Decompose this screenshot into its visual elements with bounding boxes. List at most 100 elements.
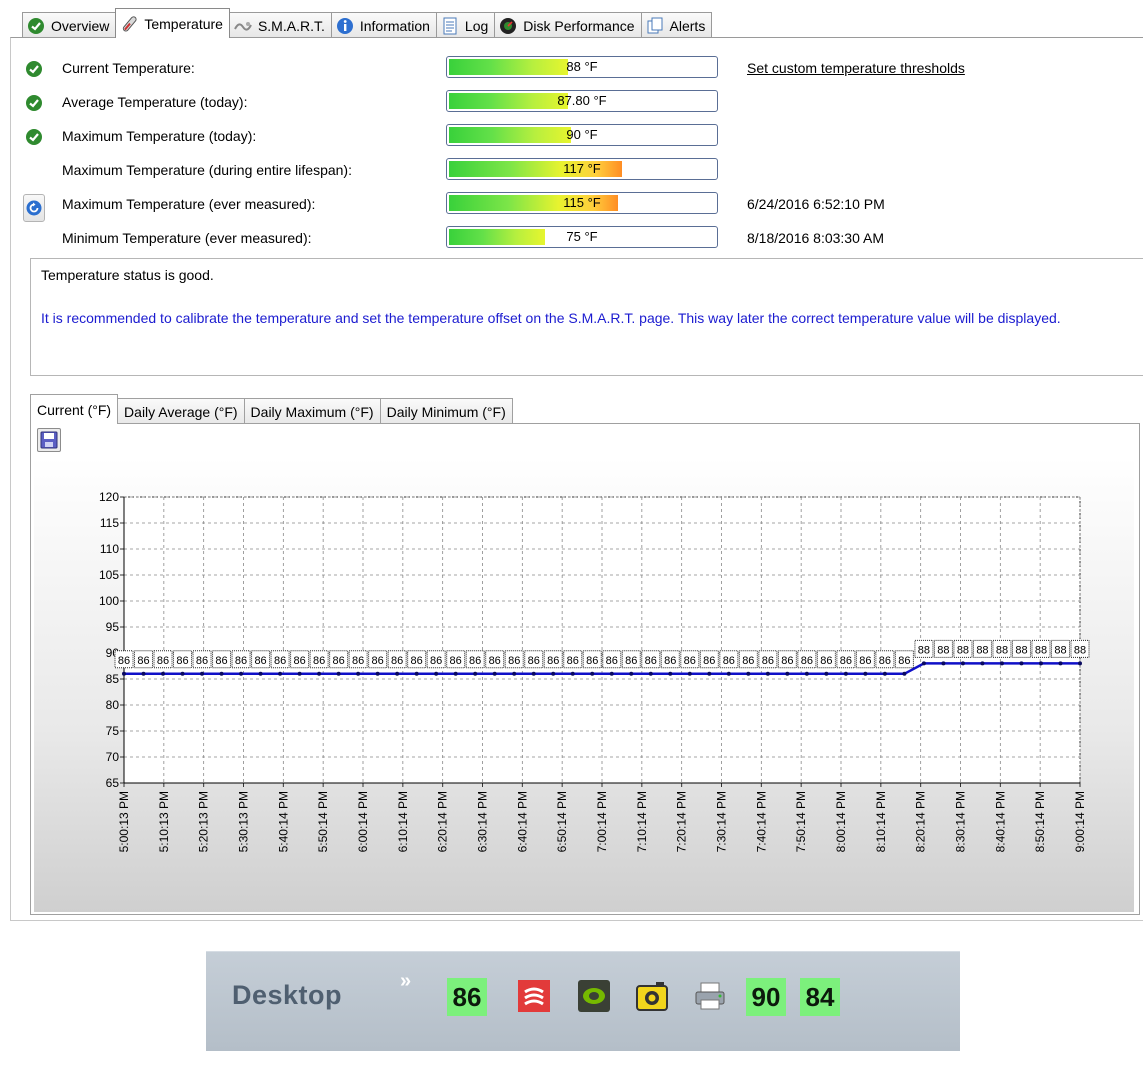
red-app-icon[interactable]: [516, 978, 552, 1014]
data-label: 86: [762, 655, 774, 667]
data-point: [492, 671, 497, 676]
data-point: [434, 671, 439, 676]
data-label: 86: [157, 655, 169, 667]
x-tick-label: 6:00:14 PM: [356, 791, 370, 852]
data-label: 88: [1054, 644, 1066, 656]
data-label: 86: [586, 655, 598, 667]
data-label: 86: [703, 655, 715, 667]
data-label: 86: [391, 655, 403, 667]
data-point: [258, 671, 263, 676]
min-temperature-ever-bar: 75 °F: [446, 226, 718, 248]
temp-value: 75 °F: [566, 229, 598, 244]
data-label: 86: [196, 655, 208, 667]
data-label: 86: [411, 655, 423, 667]
tab-log[interactable]: Log: [435, 12, 496, 38]
tab-smart[interactable]: S.M.A.R.T.: [228, 12, 332, 38]
data-label: 86: [840, 655, 852, 667]
data-label: 86: [176, 655, 188, 667]
desktop-toolbar-label[interactable]: Desktop: [232, 980, 342, 1011]
x-tick-label: 7:30:14 PM: [715, 791, 729, 852]
data-label: 88: [1035, 644, 1047, 656]
y-tick-label: 75: [106, 724, 120, 738]
data-point: [278, 671, 283, 676]
floppy-disk-icon: [40, 431, 58, 449]
chevron-icon[interactable]: »: [400, 970, 411, 993]
data-label: 86: [528, 655, 540, 667]
data-point: [726, 671, 731, 676]
tab-disk-performance[interactable]: Disk Performance: [494, 12, 642, 38]
data-point: [356, 671, 361, 676]
temperature-chart: 657075808590951001051101151205:00:13 PM 5…: [99, 490, 1090, 852]
data-point: [1038, 661, 1043, 666]
thermometer-icon: [120, 15, 138, 33]
data-point: [336, 671, 341, 676]
data-point: [921, 661, 926, 666]
data-label: 88: [996, 644, 1008, 656]
tab-overview[interactable]: Overview: [22, 12, 117, 38]
check-circle-icon: [25, 128, 43, 146]
tab-current[interactable]: Current (°F): [30, 394, 119, 424]
data-label: 88: [1015, 644, 1027, 656]
x-tick-label: 5:20:13 PM: [197, 791, 211, 852]
data-point: [1058, 661, 1063, 666]
printer-icon[interactable]: [692, 978, 728, 1014]
data-label: 86: [137, 655, 149, 667]
tab-daily-minimum[interactable]: Daily Minimum (°F): [379, 398, 513, 424]
check-circle-icon: [27, 17, 45, 35]
y-tick-label: 110: [100, 542, 119, 556]
data-point: [453, 671, 458, 676]
max-temperature-lifespan-bar: 117 °F: [446, 158, 718, 180]
data-label: 86: [742, 655, 754, 667]
data-point: [882, 671, 887, 676]
data-point: [980, 661, 985, 666]
data-label: 86: [898, 655, 910, 667]
tab-alerts[interactable]: Alerts: [640, 12, 713, 38]
chart-tab-bar: Current (°F) Daily Average (°F) Daily Ma…: [30, 394, 513, 424]
max-temperature-today-bar: 90 °F: [446, 124, 718, 146]
x-tick-label: 6:30:14 PM: [476, 791, 490, 852]
camera-icon[interactable]: [634, 978, 670, 1014]
main-tab-bar: Overview Temperature S.M.A.R.T. Informat…: [22, 8, 713, 38]
data-point: [1019, 661, 1024, 666]
tray-temperature-84[interactable]: 84: [800, 978, 840, 1016]
data-label: 88: [957, 644, 969, 656]
y-tick-label: 100: [99, 594, 119, 608]
tab-daily-average[interactable]: Daily Average (°F): [117, 398, 245, 424]
data-label: 86: [801, 655, 813, 667]
tray-temperature-86[interactable]: 86: [447, 978, 487, 1016]
y-tick-label: 95: [106, 620, 120, 634]
data-point: [999, 661, 1004, 666]
data-label: 88: [937, 644, 949, 656]
data-label: 86: [372, 655, 384, 667]
set-custom-thresholds-link[interactable]: Set custom temperature thresholds: [747, 60, 965, 76]
data-label: 86: [469, 655, 481, 667]
calibration-recommendation: It is recommended to calibrate the tempe…: [41, 310, 1061, 326]
data-point: [960, 661, 965, 666]
tab-information[interactable]: Information: [330, 12, 437, 38]
data-point: [629, 671, 634, 676]
data-point: [687, 671, 692, 676]
data-point: [414, 671, 419, 676]
data-label: 86: [723, 655, 735, 667]
data-point: [239, 671, 244, 676]
refresh-icon: [26, 200, 42, 216]
temp-value: 117 °F: [563, 161, 601, 176]
refresh-button[interactable]: [23, 194, 45, 222]
data-point: [395, 671, 400, 676]
save-chart-button[interactable]: [37, 428, 61, 452]
x-tick-label: 7:20:14 PM: [675, 791, 689, 852]
y-tick-label: 105: [99, 568, 119, 582]
tray-temperature-90[interactable]: 90: [746, 978, 786, 1016]
y-tick-label: 65: [106, 776, 120, 790]
tab-label: Temperature: [144, 15, 223, 32]
data-point: [141, 671, 146, 676]
x-tick-label: 8:20:14 PM: [914, 791, 928, 852]
tab-temperature[interactable]: Temperature: [115, 8, 230, 38]
tab-daily-maximum[interactable]: Daily Maximum (°F): [243, 398, 381, 424]
nvidia-icon[interactable]: [576, 978, 612, 1014]
data-label: 86: [508, 655, 520, 667]
data-point: [297, 671, 302, 676]
tab-label: S.M.A.R.T.: [257, 17, 325, 34]
current-temperature-bar: 88 °F: [446, 56, 718, 78]
alerts-icon: [646, 17, 664, 35]
